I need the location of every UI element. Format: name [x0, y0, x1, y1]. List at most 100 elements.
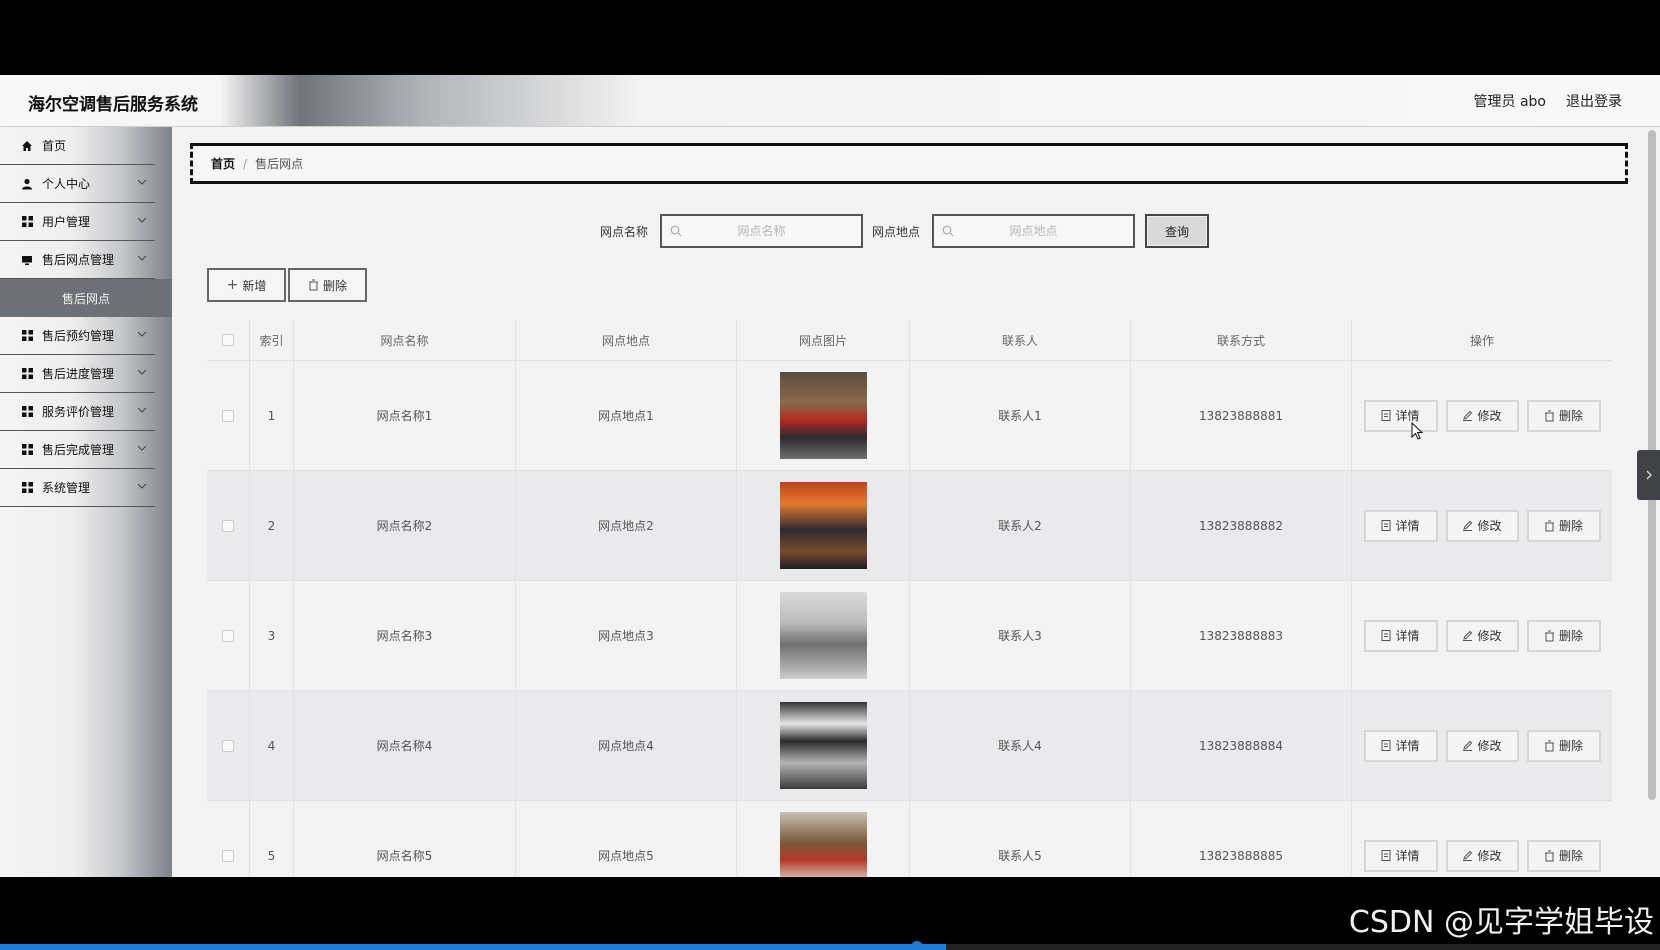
delete-label: 删除 [1558, 629, 1583, 643]
detail-label: 详情 [1395, 629, 1420, 643]
sidebar-item-review-management[interactable]: 服务评价管理 [0, 393, 155, 431]
delete-button[interactable]: 删除 [1526, 619, 1601, 652]
cell-location: 网点地点3 [516, 581, 737, 690]
row-select-cell [207, 581, 250, 690]
detail-button[interactable]: 详情 [1363, 839, 1438, 872]
col-header-actions: 操作 [1469, 333, 1494, 348]
grid-icon [20, 405, 34, 419]
breadcrumb-home[interactable]: 首页 [211, 155, 235, 172]
cell-phone: 13823888885 [1131, 801, 1352, 877]
cell-phone: 13823888884 [1131, 691, 1352, 800]
user-icon [20, 177, 34, 191]
sidebar-item-label: 系统管理 [42, 481, 91, 495]
search-name-input[interactable] [662, 216, 861, 246]
search-location-input[interactable] [934, 216, 1133, 246]
chevron-down-icon [137, 331, 147, 337]
detail-label: 详情 [1395, 519, 1420, 533]
sidebar-item-label: 个人中心 [42, 177, 91, 191]
search-name-field[interactable] [660, 214, 863, 248]
delete-button[interactable]: 删除 [1526, 399, 1601, 432]
trash-icon [1544, 520, 1554, 531]
cell-contact: 联系人5 [910, 801, 1131, 877]
detail-label: 详情 [1395, 849, 1420, 863]
video-progress-bar[interactable] [0, 941, 1660, 950]
edit-button[interactable]: 修改 [1445, 839, 1519, 872]
table-row: 5 网点名称5 网点地点5 联系人5 13823888885 详情 修改 删除 [207, 800, 1612, 877]
detail-label: 详情 [1395, 739, 1420, 753]
outlet-photo[interactable] [779, 592, 867, 679]
cell-actions: 详情 修改 删除 [1352, 581, 1612, 690]
sidebar-item-label: 首页 [42, 139, 67, 153]
row-checkbox[interactable] [222, 629, 234, 642]
cell-phone: 13823888882 [1131, 471, 1352, 580]
detail-button[interactable]: 详情 [1363, 729, 1438, 762]
sidebar-subitem-label: 售后网点 [61, 291, 110, 306]
row-checkbox[interactable] [222, 519, 234, 532]
logout-link[interactable]: 退出登录 [1566, 91, 1622, 111]
cell-index: 4 [250, 691, 294, 800]
sidebar-item-user-management[interactable]: 用户管理 [0, 203, 155, 241]
cell-name: 网点名称5 [294, 801, 516, 877]
document-icon [1381, 520, 1391, 531]
detail-button[interactable]: 详情 [1363, 619, 1438, 652]
sidebar-item-system-management[interactable]: 系统管理 [0, 469, 155, 507]
table-row: 3 网点名称3 网点地点3 联系人3 13823888883 详情 修改 删除 [207, 580, 1612, 690]
sidebar-subitem-outlets[interactable]: 售后网点 [0, 279, 172, 317]
edit-button[interactable]: 修改 [1445, 399, 1519, 432]
edit-icon [1463, 410, 1473, 421]
sidebar-item-outlet-management[interactable]: 售后网点管理 [0, 241, 155, 279]
col-header-location: 网点地点 [516, 320, 737, 360]
document-icon [1381, 630, 1391, 641]
table-row: 4 网点名称4 网点地点4 联系人4 13823888884 详情 修改 删除 [207, 690, 1612, 800]
edit-button[interactable]: 修改 [1445, 729, 1519, 762]
breadcrumb-separator: / [243, 156, 248, 171]
app-window: 海尔空调售后服务系统 管理员 abo 退出登录 首页 个人中心 用户管理 售后网… [0, 75, 1660, 877]
search-location-label: 网点地点 [872, 225, 921, 239]
sidebar-item-label: 售后预约管理 [42, 329, 115, 343]
add-button[interactable]: + 新增 [207, 268, 286, 302]
chevron-down-icon [137, 255, 147, 261]
edit-button[interactable]: 修改 [1445, 509, 1519, 542]
sidebar-item-completion-management[interactable]: 售后完成管理 [0, 431, 155, 469]
edit-label: 修改 [1477, 409, 1502, 423]
row-select-cell [207, 471, 250, 580]
detail-button[interactable]: 详情 [1363, 509, 1438, 542]
sidebar-item-appointment-management[interactable]: 售后预约管理 [0, 317, 155, 355]
delete-button[interactable]: 删除 [1526, 839, 1601, 872]
chevron-down-icon [137, 369, 147, 375]
select-all-cell [207, 320, 250, 360]
sidebar-item-home[interactable]: 首页 [0, 127, 155, 165]
chevron-down-icon [137, 407, 147, 413]
sidebar-item-personal-center[interactable]: 个人中心 [0, 165, 155, 203]
row-checkbox[interactable] [222, 409, 234, 422]
detail-button[interactable]: 详情 [1363, 399, 1438, 432]
document-icon [1381, 740, 1391, 751]
delete-label: 删除 [1558, 409, 1583, 423]
mouse-cursor-icon [1411, 422, 1424, 440]
document-icon [1381, 410, 1391, 421]
trash-icon [1544, 850, 1554, 861]
outlet-photo[interactable] [779, 812, 867, 877]
search-name-label: 网点名称 [600, 225, 649, 239]
query-button[interactable]: 查询 [1145, 214, 1209, 248]
search-location-field[interactable] [932, 214, 1135, 248]
edit-label: 修改 [1477, 739, 1502, 753]
grid-icon [20, 367, 34, 381]
delete-button[interactable]: 删除 [1526, 509, 1601, 542]
cell-actions: 详情 修改 删除 [1352, 361, 1612, 470]
row-checkbox[interactable] [222, 849, 234, 862]
edit-label: 修改 [1477, 849, 1502, 863]
edit-button[interactable]: 修改 [1445, 619, 1519, 652]
batch-delete-button[interactable]: 删除 [288, 268, 367, 302]
side-panel-toggle[interactable] [1637, 450, 1660, 500]
outlet-photo[interactable] [779, 702, 867, 789]
video-progress-knob[interactable] [911, 941, 923, 950]
sidebar-item-progress-management[interactable]: 售后进度管理 [0, 355, 155, 393]
outlet-photo[interactable] [779, 482, 867, 569]
select-all-checkbox[interactable] [222, 334, 234, 346]
edit-label: 修改 [1477, 629, 1502, 643]
delete-button[interactable]: 删除 [1526, 729, 1601, 762]
outlet-photo[interactable] [779, 372, 867, 459]
breadcrumb-current: 售后网点 [255, 157, 304, 171]
row-checkbox[interactable] [222, 739, 234, 752]
